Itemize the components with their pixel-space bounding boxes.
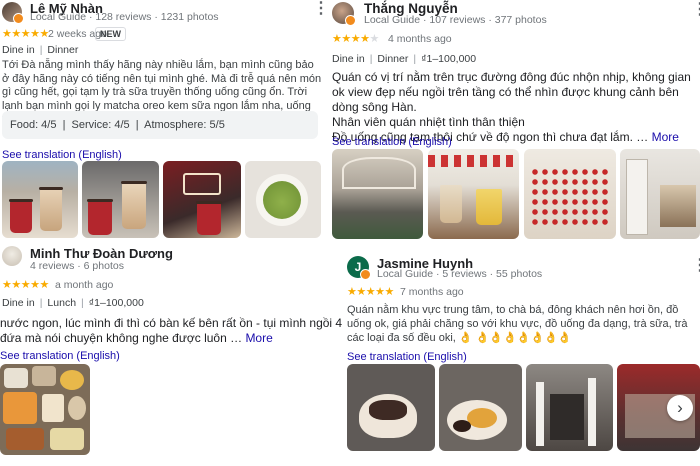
reviewer-avatar[interactable]	[332, 2, 356, 26]
see-translation-link[interactable]: See translation (English)	[0, 350, 120, 362]
reviewer-avatar[interactable]	[2, 2, 24, 24]
new-badge: NEW	[95, 27, 126, 41]
tag-price: ₫1–100,000	[88, 297, 144, 309]
more-vert-icon[interactable]: ⋮	[692, 258, 700, 274]
review-photo[interactable]	[620, 149, 700, 239]
local-guide-badge	[345, 15, 356, 26]
aspect-ratings: Food: 4/5 | Service: 4/5 | Atmosphere: 5…	[10, 119, 225, 131]
tag-meal: Lunch	[47, 297, 77, 309]
review-text: Quán nằm khu vực trung tâm, to chà bá, đ…	[347, 304, 688, 344]
tag-price: ₫1–100,000	[421, 53, 477, 65]
review-photo[interactable]	[332, 149, 423, 239]
review-text: nước ngon, lúc mình đi thì có bàn kế bên…	[0, 316, 343, 345]
review-photo[interactable]	[245, 161, 321, 238]
review-photo[interactable]	[439, 364, 522, 451]
see-translation-link[interactable]: See translation (English)	[2, 149, 122, 161]
reviewer-avatar[interactable]: J	[347, 256, 371, 280]
aspect-ratings-box: Food: 4/5 | Service: 4/5 | Atmosphere: 5…	[2, 111, 318, 139]
more-vert-icon[interactable]: ⋮	[692, 2, 700, 18]
reviewer-name[interactable]: Minh Thư Đoàn Dương	[30, 246, 173, 261]
tag-meal: Dinner	[47, 44, 79, 56]
see-translation-link[interactable]: See translation (English)	[332, 136, 452, 148]
more-link[interactable]: More	[245, 331, 272, 345]
tag-dine-in: Dine in	[332, 53, 365, 65]
reviewer-meta: Local Guide · 5 reviews · 55 photos	[377, 268, 543, 280]
local-guide-badge	[13, 13, 24, 24]
star-rating: ★★★★★	[2, 279, 49, 291]
review-photo[interactable]	[163, 161, 241, 238]
reviewer-meta: 4 reviews · 6 photos	[30, 260, 124, 272]
tag-meal: Dinner	[377, 53, 409, 65]
local-guide-badge	[360, 269, 371, 280]
review-photo[interactable]	[2, 161, 78, 238]
chevron-right-icon[interactable]: ›	[667, 395, 693, 421]
see-translation-link[interactable]: See translation (English)	[347, 351, 467, 363]
star-rating: ★★★★★	[2, 28, 49, 40]
tag-dine-in: Dine in	[2, 44, 35, 56]
review-date: a month ago	[55, 279, 114, 291]
review-photo[interactable]	[524, 149, 616, 239]
reviewer-avatar[interactable]	[2, 246, 22, 266]
review-photo[interactable]	[0, 364, 90, 455]
review-photo[interactable]	[428, 149, 519, 239]
visit-tags: Dine in | Dinner	[2, 44, 79, 56]
review-photo[interactable]	[82, 161, 159, 238]
review-date: 4 months ago	[388, 33, 452, 45]
star-rating: ★★★★★	[347, 286, 394, 298]
more-vert-icon[interactable]: ⋮	[313, 1, 329, 17]
review-date: 7 months ago	[400, 286, 464, 298]
reviewer-meta: Local Guide · 107 reviews · 377 photos	[364, 14, 547, 26]
tag-dine-in: Dine in	[2, 297, 35, 309]
review-photo[interactable]	[526, 364, 613, 451]
reviewer-meta: Local Guide · 128 reviews · 1231 photos	[30, 11, 219, 23]
visit-tags: Dine in | Lunch | ₫1–100,000	[2, 297, 144, 309]
more-link[interactable]: More	[652, 130, 679, 144]
visit-tags: Dine in | Dinner | ₫1–100,000	[332, 53, 477, 65]
review-photo[interactable]	[347, 364, 435, 451]
star-rating: ★★★★★	[332, 33, 379, 45]
review-text: Quán có vị trí nằm trên trục đường đông …	[332, 70, 691, 144]
